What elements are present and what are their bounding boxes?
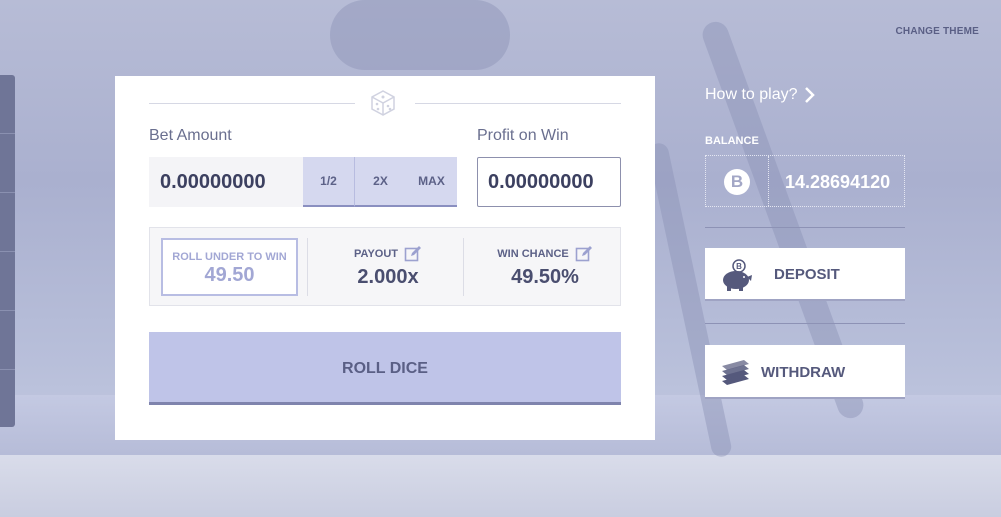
bet-amount-label: Bet Amount (149, 127, 232, 144)
chevron-right-icon (804, 87, 815, 103)
balance-label: BALANCE (705, 135, 759, 147)
win-chance-value: 49.50% (511, 266, 579, 288)
profit-on-win-label: Profit on Win (477, 127, 569, 144)
bet-amount-input[interactable]: 0.00000000 (149, 157, 303, 207)
sidebar-divider (705, 323, 905, 324)
cash-stack-icon (722, 360, 749, 385)
edit-icon[interactable] (404, 245, 422, 263)
roll-under-value: 49.50 (204, 264, 255, 286)
edit-icon[interactable] (575, 245, 593, 263)
deposit-button[interactable]: B DEPOSIT (705, 248, 905, 301)
side-tab[interactable] (0, 252, 15, 311)
max-bet-button[interactable]: MAX (406, 157, 457, 207)
dice-icon (371, 90, 395, 116)
how-to-play-label: How to play? (705, 86, 798, 103)
bitcoin-icon: B (724, 169, 750, 195)
withdraw-button[interactable]: WITHDRAW (705, 345, 905, 399)
win-chance-stat: WIN CHANCE 49.50% (470, 244, 620, 289)
payout-stat: PAYOUT 2.000x (313, 244, 463, 289)
half-bet-button[interactable]: 1/2 (303, 157, 355, 207)
left-side-tabs[interactable] (0, 75, 15, 427)
payout-value: 2.000x (357, 266, 419, 288)
sidebar-divider (705, 227, 905, 228)
roll-under-label: ROLL UNDER TO WIN (172, 251, 287, 263)
double-bet-button[interactable]: 2X (355, 157, 407, 207)
side-tab[interactable] (0, 193, 15, 252)
deposit-label: DEPOSIT (774, 266, 840, 283)
stats-divider (463, 238, 464, 296)
stats-divider (307, 238, 308, 296)
balance-box: B 14.28694120 (705, 155, 905, 207)
roll-under-toggle[interactable]: ROLL UNDER TO WIN 49.50 (161, 238, 298, 296)
side-tab[interactable] (0, 311, 15, 370)
side-tab[interactable] (0, 134, 15, 193)
piggy-bank-icon: B (723, 259, 752, 291)
side-tab[interactable] (0, 75, 15, 134)
win-chance-label: WIN CHANCE (497, 248, 569, 260)
dice-game-panel: Bet Amount Profit on Win 0.00000000 1/2 … (115, 76, 655, 440)
payout-label: PAYOUT (353, 248, 398, 260)
bet-amount-group: 0.00000000 1/2 2X MAX (149, 157, 457, 207)
withdraw-label: WITHDRAW (761, 364, 846, 381)
bet-stats-box: ROLL UNDER TO WIN 49.50 PAYOUT 2.000x WI… (149, 227, 621, 306)
background-sand (0, 455, 1001, 517)
roll-dice-button[interactable]: ROLL DICE (149, 332, 621, 405)
balance-value: 14.28694120 (785, 172, 891, 192)
how-to-play-link[interactable]: How to play? (705, 86, 816, 104)
change-theme-link[interactable]: CHANGE THEME (895, 26, 979, 37)
background-palm-fronds (330, 0, 510, 70)
svg-text:B: B (736, 262, 742, 271)
profit-on-win-input[interactable]: 0.00000000 (477, 157, 621, 207)
